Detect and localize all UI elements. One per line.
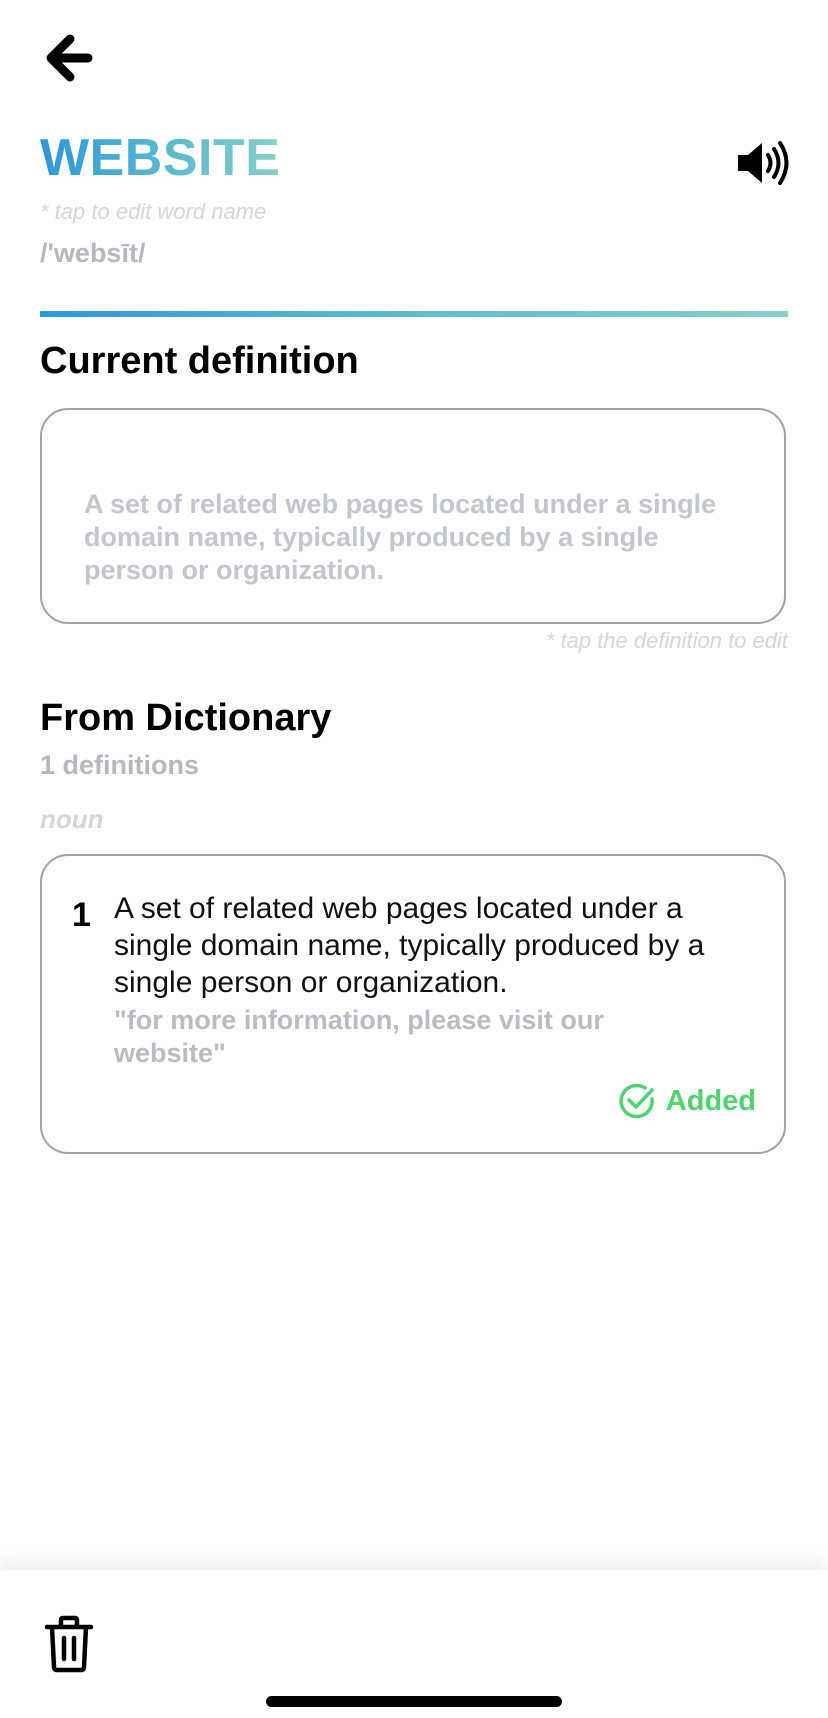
header-divider: [40, 311, 788, 317]
dictionary-title: From Dictionary: [40, 697, 332, 739]
arrow-left-icon: [46, 34, 93, 82]
dictionary-entry-card[interactable]: 1 A set of related web pages located und…: [40, 854, 786, 1154]
speaker-icon: [738, 141, 789, 185]
edit-definition-hint: * tap the definition to edit: [545, 628, 788, 653]
entry-number: 1: [72, 896, 91, 934]
phonetic-transcription: /'websīt/: [40, 238, 146, 268]
current-definition-title: Current definition: [40, 340, 359, 382]
pronounce-button[interactable]: [736, 138, 790, 188]
trash-icon: [44, 1615, 94, 1673]
check-circle-icon: [619, 1083, 654, 1119]
current-definition-box[interactable]: A set of related web pages located under…: [40, 408, 786, 624]
added-status-button[interactable]: Added: [618, 1082, 756, 1120]
definition-count: 1 definitions: [40, 750, 200, 780]
word-title[interactable]: WEBSITE: [40, 128, 280, 188]
current-definition-text: A set of related web pages located under…: [84, 489, 717, 585]
added-label: Added: [665, 1084, 756, 1117]
edit-word-hint: * tap to edit word name: [40, 199, 267, 224]
home-indicator: [266, 1696, 562, 1707]
part-of-speech: noun: [40, 804, 104, 834]
entry-example: "for more information, please visit our …: [114, 1005, 604, 1068]
entry-definition: A set of related web pages located under…: [114, 892, 705, 999]
bottom-toolbar: [0, 1570, 828, 1718]
back-button[interactable]: [40, 30, 96, 86]
delete-button[interactable]: [44, 1614, 94, 1674]
